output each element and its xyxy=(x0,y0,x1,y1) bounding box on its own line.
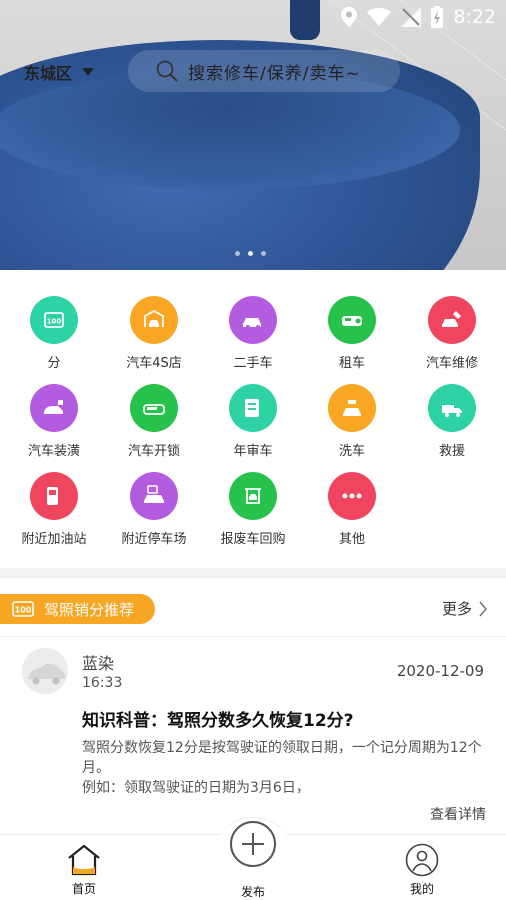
service-item[interactable]: 报废车回购 xyxy=(203,472,303,547)
post-body[interactable]: 驾照分数恢复12分是按驾驶证的领取日期，一个记分周期为12个月。 例如：领取驾驶… xyxy=(82,738,492,798)
user-icon xyxy=(405,843,439,877)
location-label: 东城区 xyxy=(24,64,73,83)
service-label: 洗车 xyxy=(338,444,365,459)
nav-publish[interactable]: 发布 xyxy=(203,875,303,900)
recommend-tag: 100 驾照销分推荐 xyxy=(0,594,155,624)
banner-pagination xyxy=(235,251,266,256)
service-label: 年审车 xyxy=(233,444,273,459)
view-detail-link[interactable]: 查看详情 xyxy=(430,804,486,824)
service-label: 其他 xyxy=(338,532,365,547)
service-item[interactable]: 其他 xyxy=(302,472,402,547)
service-label: 汽车装潢 xyxy=(27,444,80,459)
used-car-icon xyxy=(229,296,277,344)
post-date: 2020-12-09 xyxy=(396,662,484,680)
recommend-tag-label: 驾照销分推荐 xyxy=(44,600,135,619)
post-author: 蓝染 xyxy=(82,654,115,673)
status-time: 8:22 xyxy=(453,6,496,28)
service-label: 汽车开锁 xyxy=(127,444,180,459)
service-label: 汽车维修 xyxy=(425,356,478,371)
more-label: 更多 xyxy=(441,600,472,618)
service-item[interactable]: 100 分 xyxy=(4,296,104,371)
service-label: 救援 xyxy=(438,444,465,459)
nav-mine[interactable]: 我的 xyxy=(372,843,472,897)
nav-publish-label: 发布 xyxy=(240,885,265,899)
home-icon xyxy=(68,844,100,876)
car-repair-icon xyxy=(428,296,476,344)
publish-button[interactable] xyxy=(230,821,276,867)
bottom-nav: 首页 发布 我的 xyxy=(0,817,506,900)
service-item[interactable]: 年审车 xyxy=(203,384,303,459)
search-placeholder: 搜索修车/保养/卖车~ xyxy=(188,63,361,84)
annual-inspection-icon xyxy=(229,384,277,432)
service-item[interactable]: 救援 xyxy=(402,384,502,459)
location-selector[interactable]: 东城区 xyxy=(24,60,95,84)
chevron-right-icon xyxy=(479,600,488,617)
divider xyxy=(0,636,506,637)
post-body-line: 例如：领取驾驶证的日期为3月6日， xyxy=(82,780,310,796)
service-label: 报废车回购 xyxy=(220,532,286,547)
banner-dot xyxy=(235,251,240,256)
more-dots-icon xyxy=(328,472,376,520)
parking-icon xyxy=(130,472,178,520)
location-pin-icon xyxy=(341,7,358,27)
service-item[interactable]: 二手车 xyxy=(203,296,303,371)
scrap-car-icon xyxy=(229,472,277,520)
car-avatar-icon xyxy=(22,648,68,694)
service-label: 分 xyxy=(47,356,61,371)
svg-text:100: 100 xyxy=(15,606,32,615)
license-100-icon: 100 xyxy=(30,296,78,344)
service-item[interactable]: 附近加油站 xyxy=(4,472,104,547)
search-icon xyxy=(156,60,178,82)
car-wash-icon xyxy=(328,384,376,432)
post-body-line: 驾照分数恢复12分是按驾驶证的领取日期，一个记分周期为12个月。 xyxy=(82,740,482,776)
more-link[interactable]: 更多 xyxy=(442,598,488,619)
avatar[interactable] xyxy=(22,648,68,694)
nav-home-label: 首页 xyxy=(71,882,96,896)
plus-icon xyxy=(242,833,264,855)
service-item[interactable]: 汽车维修 xyxy=(402,296,502,371)
service-label: 附近加油站 xyxy=(21,532,87,547)
service-item[interactable]: 租车 xyxy=(302,296,402,371)
banner-dot-active xyxy=(248,251,253,256)
wifi-icon xyxy=(367,8,392,26)
service-grid: 100 分 汽车4S店 二手车 租车 汽车维修汽车装潢 汽车开锁 年审车 洗车 救援附近加油站 附近… xyxy=(0,270,506,568)
service-item[interactable]: 汽车开锁 xyxy=(104,384,204,459)
service-item[interactable]: 汽车装潢 xyxy=(4,384,104,459)
svg-text:100: 100 xyxy=(47,318,62,326)
post-title[interactable]: 知识科普：驾照分数多久恢复12分? xyxy=(82,706,354,731)
rent-car-icon xyxy=(328,296,376,344)
search-bar[interactable]: 搜索修车/保养/卖车~ xyxy=(128,50,400,92)
no-signal-icon xyxy=(401,7,422,27)
license-100-icon: 100 xyxy=(12,601,34,617)
service-item[interactable]: 洗车 xyxy=(302,384,402,459)
rescue-truck-icon xyxy=(428,384,476,432)
banner[interactable]: 8:22 东城区 搜索修车/保养/卖车~ xyxy=(0,0,506,270)
service-item[interactable]: 附近停车场 xyxy=(104,472,204,547)
service-label: 二手车 xyxy=(233,356,273,371)
car-decoration-icon xyxy=(30,384,78,432)
banner-dot xyxy=(261,251,266,256)
service-item[interactable]: 汽车4S店 xyxy=(104,296,204,371)
status-bar: 8:22 xyxy=(341,4,496,30)
nav-home[interactable]: 首页 xyxy=(34,843,134,897)
post-time: 16:33 xyxy=(82,675,123,691)
battery-charging-icon xyxy=(431,6,444,28)
recommend-section: 100 驾照销分推荐 更多 蓝染 16:33 2020-12-09 知识科普：驾… xyxy=(0,578,506,834)
service-label: 附近停车场 xyxy=(121,532,187,547)
service-label: 租车 xyxy=(338,356,365,371)
nav-mine-label: 我的 xyxy=(409,882,434,896)
service-label: 汽车4S店 xyxy=(126,356,182,371)
gas-station-icon xyxy=(30,472,78,520)
car-unlock-icon xyxy=(130,384,178,432)
chevron-down-icon xyxy=(82,68,95,76)
car-shop-icon xyxy=(130,296,178,344)
